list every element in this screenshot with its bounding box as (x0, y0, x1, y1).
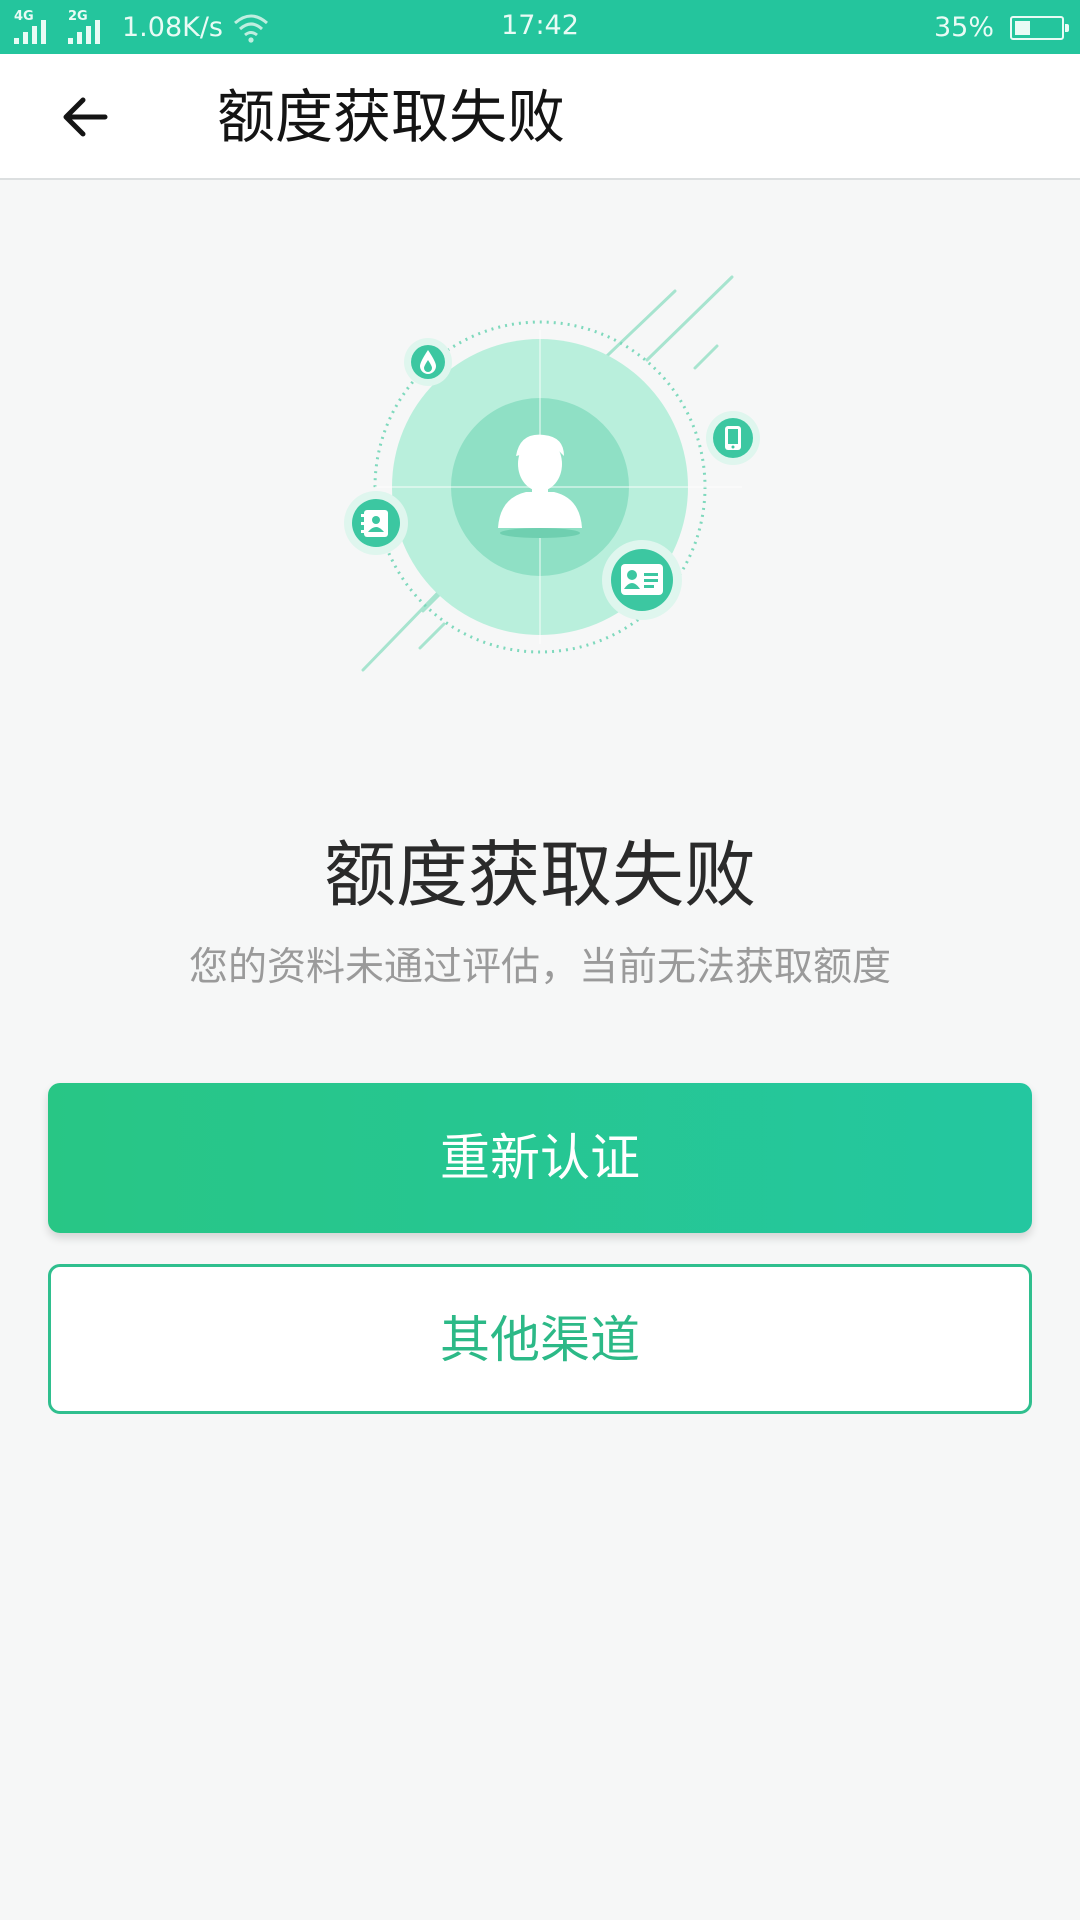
credit-illustration (344, 275, 760, 672)
back-button[interactable] (40, 84, 130, 150)
battery-percent: 35% (933, 12, 994, 43)
water-drop-icon (404, 338, 452, 386)
contacts-book-icon (344, 491, 408, 555)
status-right: 35% (933, 8, 1069, 48)
status-bar: 4G 2G 1.08K/s 17:42 35% (0, 0, 1080, 54)
arrow-left-icon (63, 97, 108, 137)
other-channels-button[interactable]: 其他渠道 (48, 1264, 1032, 1414)
app-bar: 额度获取失败 (0, 54, 1080, 180)
battery-icon (1010, 16, 1069, 40)
reauthenticate-button[interactable]: 重新认证 (48, 1083, 1032, 1233)
status-time: 17:42 (501, 10, 579, 41)
id-card-icon (602, 540, 682, 620)
page-title: 额度获取失败 (217, 83, 566, 151)
battery-fill (1015, 21, 1030, 35)
result-title: 额度获取失败 (323, 833, 756, 917)
result-description: 您的资料未通过评估，当前无法获取额度 (188, 945, 891, 990)
phone-icon (706, 411, 760, 465)
